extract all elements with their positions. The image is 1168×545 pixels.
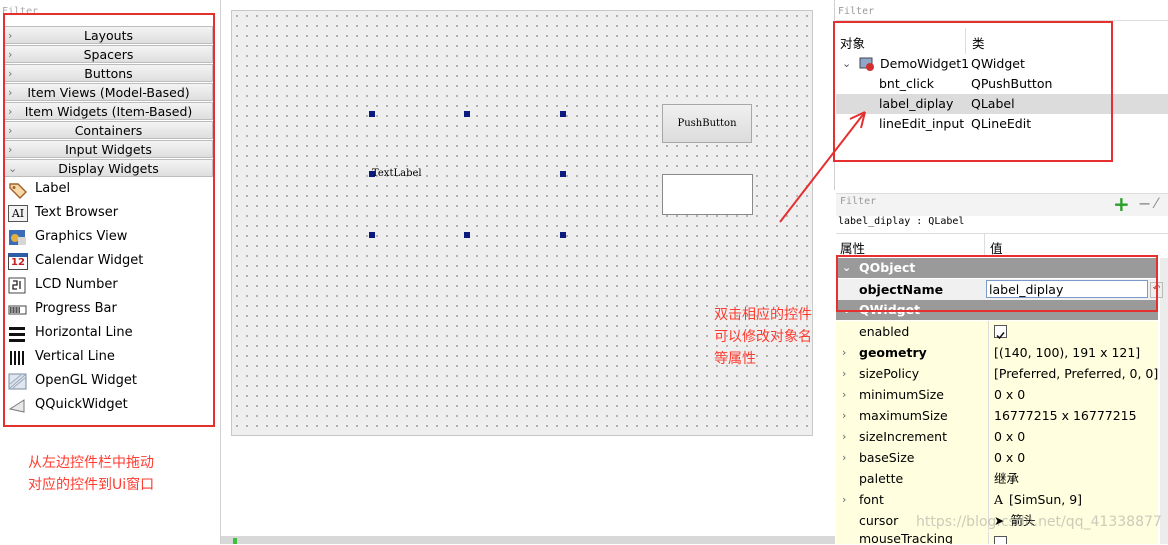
wrench-icon[interactable]: ⁄ xyxy=(1155,194,1157,214)
property-name: mouseTracking xyxy=(859,532,953,545)
chevron-right-icon: › xyxy=(842,367,847,380)
remove-property-icon[interactable]: − xyxy=(1138,194,1151,214)
annotation-arrow xyxy=(779,111,866,223)
column-divider xyxy=(984,233,985,257)
status-indicator xyxy=(233,538,237,544)
chevron-right-icon: › xyxy=(842,493,847,506)
object-inspector-filter-input[interactable]: Filter xyxy=(838,6,1164,17)
annotation-note-line: 可以修改对象名 xyxy=(714,329,812,345)
selection-handle[interactable] xyxy=(369,111,375,117)
chevron-right-icon: › xyxy=(842,430,847,443)
annotation-note-line: 等属性 xyxy=(714,351,756,367)
property-name: enabled xyxy=(859,324,910,339)
property-value[interactable]: 继承 xyxy=(988,468,1164,489)
annotation-box-objectname xyxy=(836,255,1158,312)
selection-handle[interactable] xyxy=(560,111,566,117)
property-sizepolicy[interactable]: › sizePolicy [Preferred, Preferred, 0, 0… xyxy=(836,363,1158,385)
property-sizeincrement[interactable]: › sizeIncrement 0 x 0 xyxy=(836,426,1158,448)
property-mousetracking[interactable]: mouseTracking xyxy=(836,532,1158,545)
property-name: palette xyxy=(859,471,904,486)
property-name: maximumSize xyxy=(859,408,948,423)
watermark-text: https://blog.csdn.net/qq_41338877 xyxy=(916,514,1162,530)
form-line-edit[interactable] xyxy=(662,174,753,215)
property-value[interactable]: 0 x 0 xyxy=(988,384,1164,405)
property-value[interactable]: 0 x 0 xyxy=(988,426,1164,447)
property-palette[interactable]: palette 继承 xyxy=(836,468,1158,490)
enabled-checkbox[interactable] xyxy=(994,325,1007,340)
property-name: font xyxy=(859,492,884,507)
property-value[interactable]: 0 x 0 xyxy=(988,447,1164,468)
property-basesize[interactable]: › baseSize 0 x 0 xyxy=(836,447,1158,469)
selection-handle[interactable] xyxy=(464,111,470,117)
property-value[interactable] xyxy=(988,532,1158,544)
property-font[interactable]: › font A [SimSun, 9] xyxy=(836,489,1158,511)
selection-handle[interactable] xyxy=(560,232,566,238)
annotation-note-right: 双击相应的控件 可以修改对象名 等属性 xyxy=(714,304,812,370)
annotation-note-line: 对应的控件到Ui窗口 xyxy=(28,477,155,493)
property-minimumsize[interactable]: › minimumSize 0 x 0 xyxy=(836,384,1158,406)
property-value[interactable]: [Preferred, Preferred, 0, 0] xyxy=(988,363,1164,384)
property-value[interactable] xyxy=(988,321,1164,342)
property-name: baseSize xyxy=(859,450,915,465)
property-value[interactable]: 16777215 x 16777215 xyxy=(988,405,1164,426)
property-name: sizePolicy xyxy=(859,366,920,381)
form-canvas[interactable] xyxy=(231,10,813,436)
property-name: geometry xyxy=(859,345,927,360)
property-enabled[interactable]: enabled xyxy=(836,321,1158,343)
chevron-right-icon: › xyxy=(842,346,847,359)
property-geometry[interactable]: › geometry [(140, 100), 191 x 121] xyxy=(836,342,1158,364)
selection-handle[interactable] xyxy=(560,171,566,177)
property-value[interactable]: A [SimSun, 9] xyxy=(988,489,1164,510)
annotation-box-widget-list xyxy=(3,13,215,427)
selection-handle[interactable] xyxy=(464,232,470,238)
chevron-right-icon: › xyxy=(842,409,847,422)
selection-handle[interactable] xyxy=(369,232,375,238)
bottom-scroll-area xyxy=(221,536,835,544)
add-property-icon[interactable]: + xyxy=(1113,194,1130,214)
annotation-note-line: 从左边控件栏中拖动 xyxy=(28,455,154,471)
annotation-note-left: 从左边控件栏中拖动 对应的控件到Ui窗口 xyxy=(28,452,154,496)
annotation-note-line: 双击相应的控件 xyxy=(714,307,812,323)
form-push-button[interactable]: PushButton xyxy=(662,104,752,143)
property-name: sizeIncrement xyxy=(859,429,947,444)
form-text-label[interactable]: TextLabel xyxy=(372,168,422,179)
font-value-text: [SimSun, 9] xyxy=(1009,492,1083,507)
font-icon: A xyxy=(994,492,1004,507)
property-name: minimumSize xyxy=(859,387,944,402)
property-name: cursor xyxy=(859,513,899,528)
chevron-right-icon: › xyxy=(842,451,847,464)
property-value[interactable]: [(140, 100), 191 x 121] xyxy=(988,342,1164,363)
chevron-right-icon: › xyxy=(842,388,847,401)
property-maximumsize[interactable]: › maximumSize 16777215 x 16777215 xyxy=(836,405,1158,427)
